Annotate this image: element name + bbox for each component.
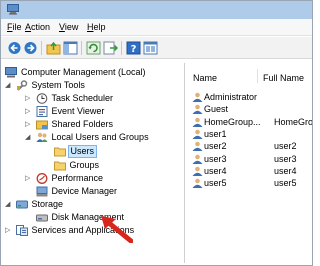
users-list-view: Name Full Name Administrator Guest HomeGro… xyxy=(188,63,312,263)
tree-label: Users xyxy=(67,145,98,158)
tree-item-groups[interactable]: Groups xyxy=(43,159,101,172)
menu-view[interactable]: View xyxy=(59,22,78,32)
user-full-name: user4 xyxy=(274,165,297,176)
services-applications-icon xyxy=(15,225,28,236)
tree-item-users[interactable]: Users xyxy=(43,145,98,158)
help-icon[interactable]: ? xyxy=(126,41,141,55)
user-row[interactable]: user5 user5 xyxy=(192,177,312,189)
tree-item-device-manager[interactable]: Device Manager xyxy=(25,185,119,198)
menu-help[interactable]: Help xyxy=(87,22,106,32)
tree-label: Local Users and Groups xyxy=(51,132,149,142)
user-name: user4 xyxy=(204,165,227,176)
show-hide-console-tree-icon[interactable] xyxy=(63,41,78,55)
computer-management-window: File Action View Help ? Computer Managem… xyxy=(0,0,313,266)
menu-bar: File Action View Help xyxy=(1,19,312,36)
user-icon xyxy=(192,166,203,176)
user-row[interactable]: Administrator xyxy=(192,91,312,103)
expand-triangle-icon[interactable]: ▷ xyxy=(25,92,33,105)
export-list-icon[interactable] xyxy=(103,41,118,55)
collapse-triangle-icon[interactable]: ◢ xyxy=(5,198,13,211)
collapse-triangle-icon[interactable]: ◢ xyxy=(25,131,33,144)
user-icon xyxy=(192,178,203,189)
forward-arrow-icon[interactable] xyxy=(23,41,38,55)
users-group-icon xyxy=(36,132,48,142)
refresh-icon[interactable] xyxy=(86,41,101,55)
tree-item-computer-management[interactable]: Computer Management (Local) xyxy=(5,66,148,79)
user-name: HomeGroup... xyxy=(204,116,261,127)
toolbar-separator xyxy=(41,41,42,55)
event-viewer-icon xyxy=(36,106,48,117)
user-row[interactable]: Guest xyxy=(192,103,312,115)
expand-triangle-icon[interactable]: ▷ xyxy=(25,172,33,185)
shared-folder-icon xyxy=(35,120,48,130)
tree-label: Device Manager xyxy=(51,186,118,196)
menu-action[interactable]: Action xyxy=(25,22,50,32)
user-icon xyxy=(192,104,203,115)
up-folder-icon[interactable] xyxy=(46,41,61,55)
expand-triangle-icon[interactable]: ▷ xyxy=(25,118,33,131)
tree-item-event-viewer[interactable]: ▷ Event Viewer xyxy=(25,105,106,118)
svg-text:?: ? xyxy=(131,44,137,55)
user-full-name: HomeGrou xyxy=(274,116,312,127)
expand-triangle-icon[interactable]: ▷ xyxy=(5,224,13,237)
user-row[interactable]: HomeGroup... HomeGrou xyxy=(192,116,312,128)
storage-icon xyxy=(15,200,28,209)
user-row[interactable]: user2 user2 xyxy=(192,140,312,152)
user-full-name: user2 xyxy=(274,141,297,152)
user-name: Guest xyxy=(204,104,229,115)
tree-label: Computer Management (Local) xyxy=(21,67,146,77)
title-bar[interactable] xyxy=(1,1,312,19)
user-name: Administrator xyxy=(204,92,258,102)
folder-icon xyxy=(53,161,66,171)
tree-label: System Tools xyxy=(31,80,85,90)
user-icon xyxy=(192,117,203,127)
column-header-full-name[interactable]: Full Name xyxy=(263,73,304,83)
user-row[interactable]: user1 xyxy=(192,128,312,140)
folder-icon xyxy=(53,147,66,157)
tree-label: Performance xyxy=(51,173,104,183)
console-tree: Computer Management (Local) ◢ System Too… xyxy=(3,63,185,263)
disk-management-icon xyxy=(35,214,48,222)
tree-item-storage[interactable]: ◢ Storage xyxy=(5,198,65,211)
user-full-name: user3 xyxy=(274,153,297,164)
properties-icon[interactable] xyxy=(143,41,158,55)
user-name: user3 xyxy=(204,153,227,164)
tree-label: Task Scheduler xyxy=(51,93,114,103)
user-name: user2 xyxy=(204,141,227,152)
red-pointer-arrow xyxy=(101,216,133,243)
tree-item-system-tools[interactable]: ◢ System Tools xyxy=(5,79,87,92)
system-tools-icon xyxy=(16,80,27,91)
tree-label: Storage xyxy=(31,199,64,209)
user-row[interactable]: user4 user4 xyxy=(192,165,312,177)
performance-icon xyxy=(36,173,47,184)
tree-label: Shared Folders xyxy=(51,119,114,129)
tree-label: Event Viewer xyxy=(51,106,105,116)
user-icon xyxy=(192,92,203,102)
toolbar-separator xyxy=(81,41,82,55)
column-header-name[interactable]: Name xyxy=(193,73,217,83)
tree-item-performance[interactable]: ▷ Performance xyxy=(25,172,105,185)
collapse-triangle-icon[interactable]: ◢ xyxy=(5,79,13,92)
user-name: user5 xyxy=(204,178,227,189)
expand-triangle-icon[interactable]: ▷ xyxy=(25,105,33,118)
user-icon xyxy=(192,129,203,139)
tree-item-task-scheduler[interactable]: ▷ Task Scheduler xyxy=(25,92,115,105)
computer-management-app-icon xyxy=(7,4,19,15)
toolbar-separator xyxy=(121,41,122,55)
user-icon xyxy=(192,154,203,164)
user-icon xyxy=(192,141,203,152)
user-full-name: user5 xyxy=(274,178,297,189)
tree-label: Groups xyxy=(69,160,100,170)
back-arrow-icon[interactable] xyxy=(7,41,22,55)
column-divider[interactable] xyxy=(257,69,258,83)
user-row[interactable]: user3 user3 xyxy=(192,153,312,165)
user-name: user1 xyxy=(204,128,227,139)
tree-item-local-users-and-groups[interactable]: ◢ Local Users and Groups xyxy=(25,131,151,144)
toolbar: ? xyxy=(1,37,312,59)
menu-file[interactable]: File xyxy=(7,22,22,32)
clock-icon xyxy=(36,93,47,104)
computer-management-icon xyxy=(5,67,17,78)
device-manager-icon xyxy=(36,186,48,197)
tree-item-shared-folders[interactable]: ▷ Shared Folders xyxy=(25,118,115,131)
